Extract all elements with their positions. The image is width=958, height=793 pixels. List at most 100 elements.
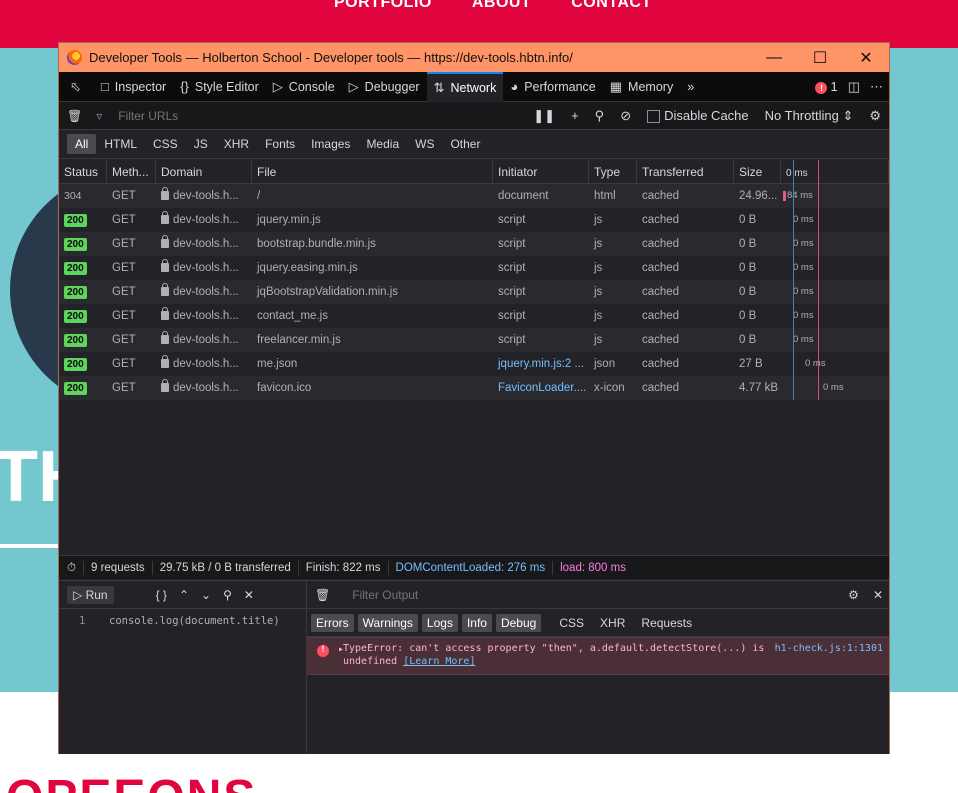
col-file[interactable]: File: [252, 160, 493, 183]
table-row[interactable]: 304 GET dev-tools.h... / document html c…: [59, 184, 889, 208]
error-source-link[interactable]: h1-check.js:1:1301: [775, 642, 883, 655]
timing-label: 0 ms: [793, 286, 814, 297]
lock-icon: [161, 211, 169, 224]
filter-urls-input[interactable]: [102, 105, 523, 126]
table-row[interactable]: 200 GET dev-tools.h... bootstrap.bundle.…: [59, 232, 889, 256]
close-console-icon[interactable]: ✕: [873, 588, 883, 602]
cell-transferred: cached: [642, 382, 680, 394]
table-row[interactable]: 200 GET dev-tools.h... favicon.ico Favic…: [59, 376, 889, 400]
cell-transferred: cached: [642, 214, 680, 226]
col-initiator[interactable]: Initiator: [493, 160, 589, 183]
cell-initiator[interactable]: FaviconLoader....: [493, 376, 589, 400]
table-row[interactable]: 200 GET dev-tools.h... jquery.easing.min…: [59, 256, 889, 280]
table-row[interactable]: 200 GET dev-tools.h... jquery.min.js scr…: [59, 208, 889, 232]
cell-method: GET: [112, 358, 136, 370]
level-warnings[interactable]: Warnings: [357, 613, 418, 632]
type-ws[interactable]: WS: [407, 134, 442, 154]
more-tabs-icon[interactable]: »: [680, 72, 701, 102]
type-css[interactable]: CSS: [145, 134, 186, 154]
timing-label: 0 ms: [793, 214, 814, 225]
level-logs[interactable]: Logs: [421, 613, 458, 632]
category-xhr[interactable]: XHR: [594, 614, 631, 632]
nav-portfolio[interactable]: PORTFOLIO: [334, 0, 432, 12]
cell-initiator: script: [498, 310, 526, 322]
throttling-select[interactable]: No Throttling ⇕: [765, 108, 854, 124]
cell-waterfall: 0 ms: [781, 208, 889, 232]
gear-icon[interactable]: ⚙: [869, 108, 881, 124]
table-row[interactable]: 200 GET dev-tools.h... jqBootstrapValida…: [59, 280, 889, 304]
tab-debugger[interactable]: ▷ Debugger: [342, 72, 427, 102]
col-domain[interactable]: Domain: [156, 160, 252, 183]
col-method[interactable]: Meth...: [107, 160, 156, 183]
col-status[interactable]: Status: [59, 160, 107, 183]
cell-waterfall: 0 ms: [781, 352, 889, 376]
code-area[interactable]: 1 console.log(document.title): [59, 609, 306, 627]
type-all[interactable]: All: [67, 134, 97, 154]
nav-contact[interactable]: CONTACT: [571, 0, 652, 12]
cell-type: json: [594, 358, 616, 370]
history-down-icon[interactable]: ⌄: [201, 588, 211, 602]
close-icon[interactable]: ✕: [843, 43, 889, 72]
level-debug[interactable]: Debug: [495, 613, 542, 632]
category-requests[interactable]: Requests: [635, 614, 698, 632]
col-size[interactable]: Size: [734, 160, 781, 183]
type-fonts[interactable]: Fonts: [257, 134, 303, 154]
error-count[interactable]: ! 1: [815, 79, 838, 94]
table-row[interactable]: 200 GET dev-tools.h... contact_me.js scr…: [59, 304, 889, 328]
code-line: console.log(document.title): [109, 615, 280, 627]
cell-size: 0 B: [739, 310, 757, 322]
cell-initiator[interactable]: jquery.min.js:2 ...: [493, 352, 589, 376]
run-button[interactable]: ▷ Run: [67, 585, 114, 604]
dock-icon[interactable]: ◫: [848, 79, 860, 95]
console-gear-icon[interactable]: ⚙: [848, 588, 859, 602]
filter-output-input[interactable]: [340, 587, 761, 602]
category-css[interactable]: CSS: [553, 614, 590, 632]
cell-status: 200: [59, 328, 107, 352]
history-up-icon[interactable]: ⌃: [179, 588, 189, 602]
add-icon[interactable]: +: [571, 108, 579, 123]
pick-element-icon[interactable]: ⬁: [63, 72, 94, 102]
pause-icon[interactable]: ❚❚: [533, 108, 555, 124]
cell-domain: dev-tools.h...: [156, 208, 252, 232]
reverse-search-icon[interactable]: ⚲: [223, 588, 232, 602]
block-icon[interactable]: ⊘: [620, 108, 631, 124]
table-row[interactable]: 200 GET dev-tools.h... me.json jquery.mi…: [59, 352, 889, 376]
minimize-icon[interactable]: —: [751, 43, 797, 72]
type-js[interactable]: JS: [186, 134, 216, 154]
col-transferred[interactable]: Transferred: [637, 160, 734, 183]
tab-performance[interactable]: ◕ Performance: [503, 72, 602, 102]
tab-network[interactable]: ⇅ Network: [426, 71, 504, 102]
timer-icon[interactable]: ⏱: [59, 560, 84, 575]
trash-icon[interactable]: 🗑: [67, 109, 82, 123]
type-images[interactable]: Images: [303, 134, 358, 154]
col-type[interactable]: Type: [589, 160, 637, 183]
tab-memory[interactable]: ▦ Memory: [603, 72, 680, 102]
tab-console[interactable]: ▷ Console: [266, 72, 342, 102]
cell-size: 4.77 kB: [739, 382, 778, 394]
learn-more-link[interactable]: [Learn More]: [403, 656, 475, 667]
table-row[interactable]: 200 GET dev-tools.h... freelancer.min.js…: [59, 328, 889, 352]
type-html[interactable]: HTML: [96, 134, 145, 154]
maximize-icon[interactable]: ☐: [797, 43, 843, 72]
pretty-print-button[interactable]: { }: [156, 588, 167, 602]
tab-inspector[interactable]: □ Inspector: [94, 72, 173, 102]
nav-about[interactable]: ABOUT: [472, 0, 531, 12]
search-icon[interactable]: ⚲: [595, 108, 605, 124]
menu-icon[interactable]: ⋯: [870, 79, 883, 95]
request-rows: 304 GET dev-tools.h... / document html c…: [59, 184, 889, 400]
type-media[interactable]: Media: [358, 134, 407, 154]
tab-style-editor[interactable]: {} Style Editor: [173, 72, 266, 102]
cell-size: 0 B: [739, 286, 757, 298]
type-other[interactable]: Other: [442, 134, 488, 154]
cell-file: jquery.easing.min.js: [257, 262, 358, 274]
type-xhr[interactable]: XHR: [216, 134, 257, 154]
cell-size: 0 B: [739, 238, 757, 250]
cell-waterfall: 0 ms: [781, 304, 889, 328]
level-errors[interactable]: Errors: [311, 613, 354, 632]
col-waterfall[interactable]: 0 ms: [781, 160, 889, 183]
disable-cache-toggle[interactable]: Disable Cache: [647, 108, 749, 124]
clear-output-icon[interactable]: 🗑: [315, 588, 330, 602]
close-editor-icon[interactable]: ✕: [244, 588, 254, 602]
level-info[interactable]: Info: [461, 613, 492, 632]
site-nav: PORTFOLIO ABOUT CONTACT: [334, 0, 652, 12]
